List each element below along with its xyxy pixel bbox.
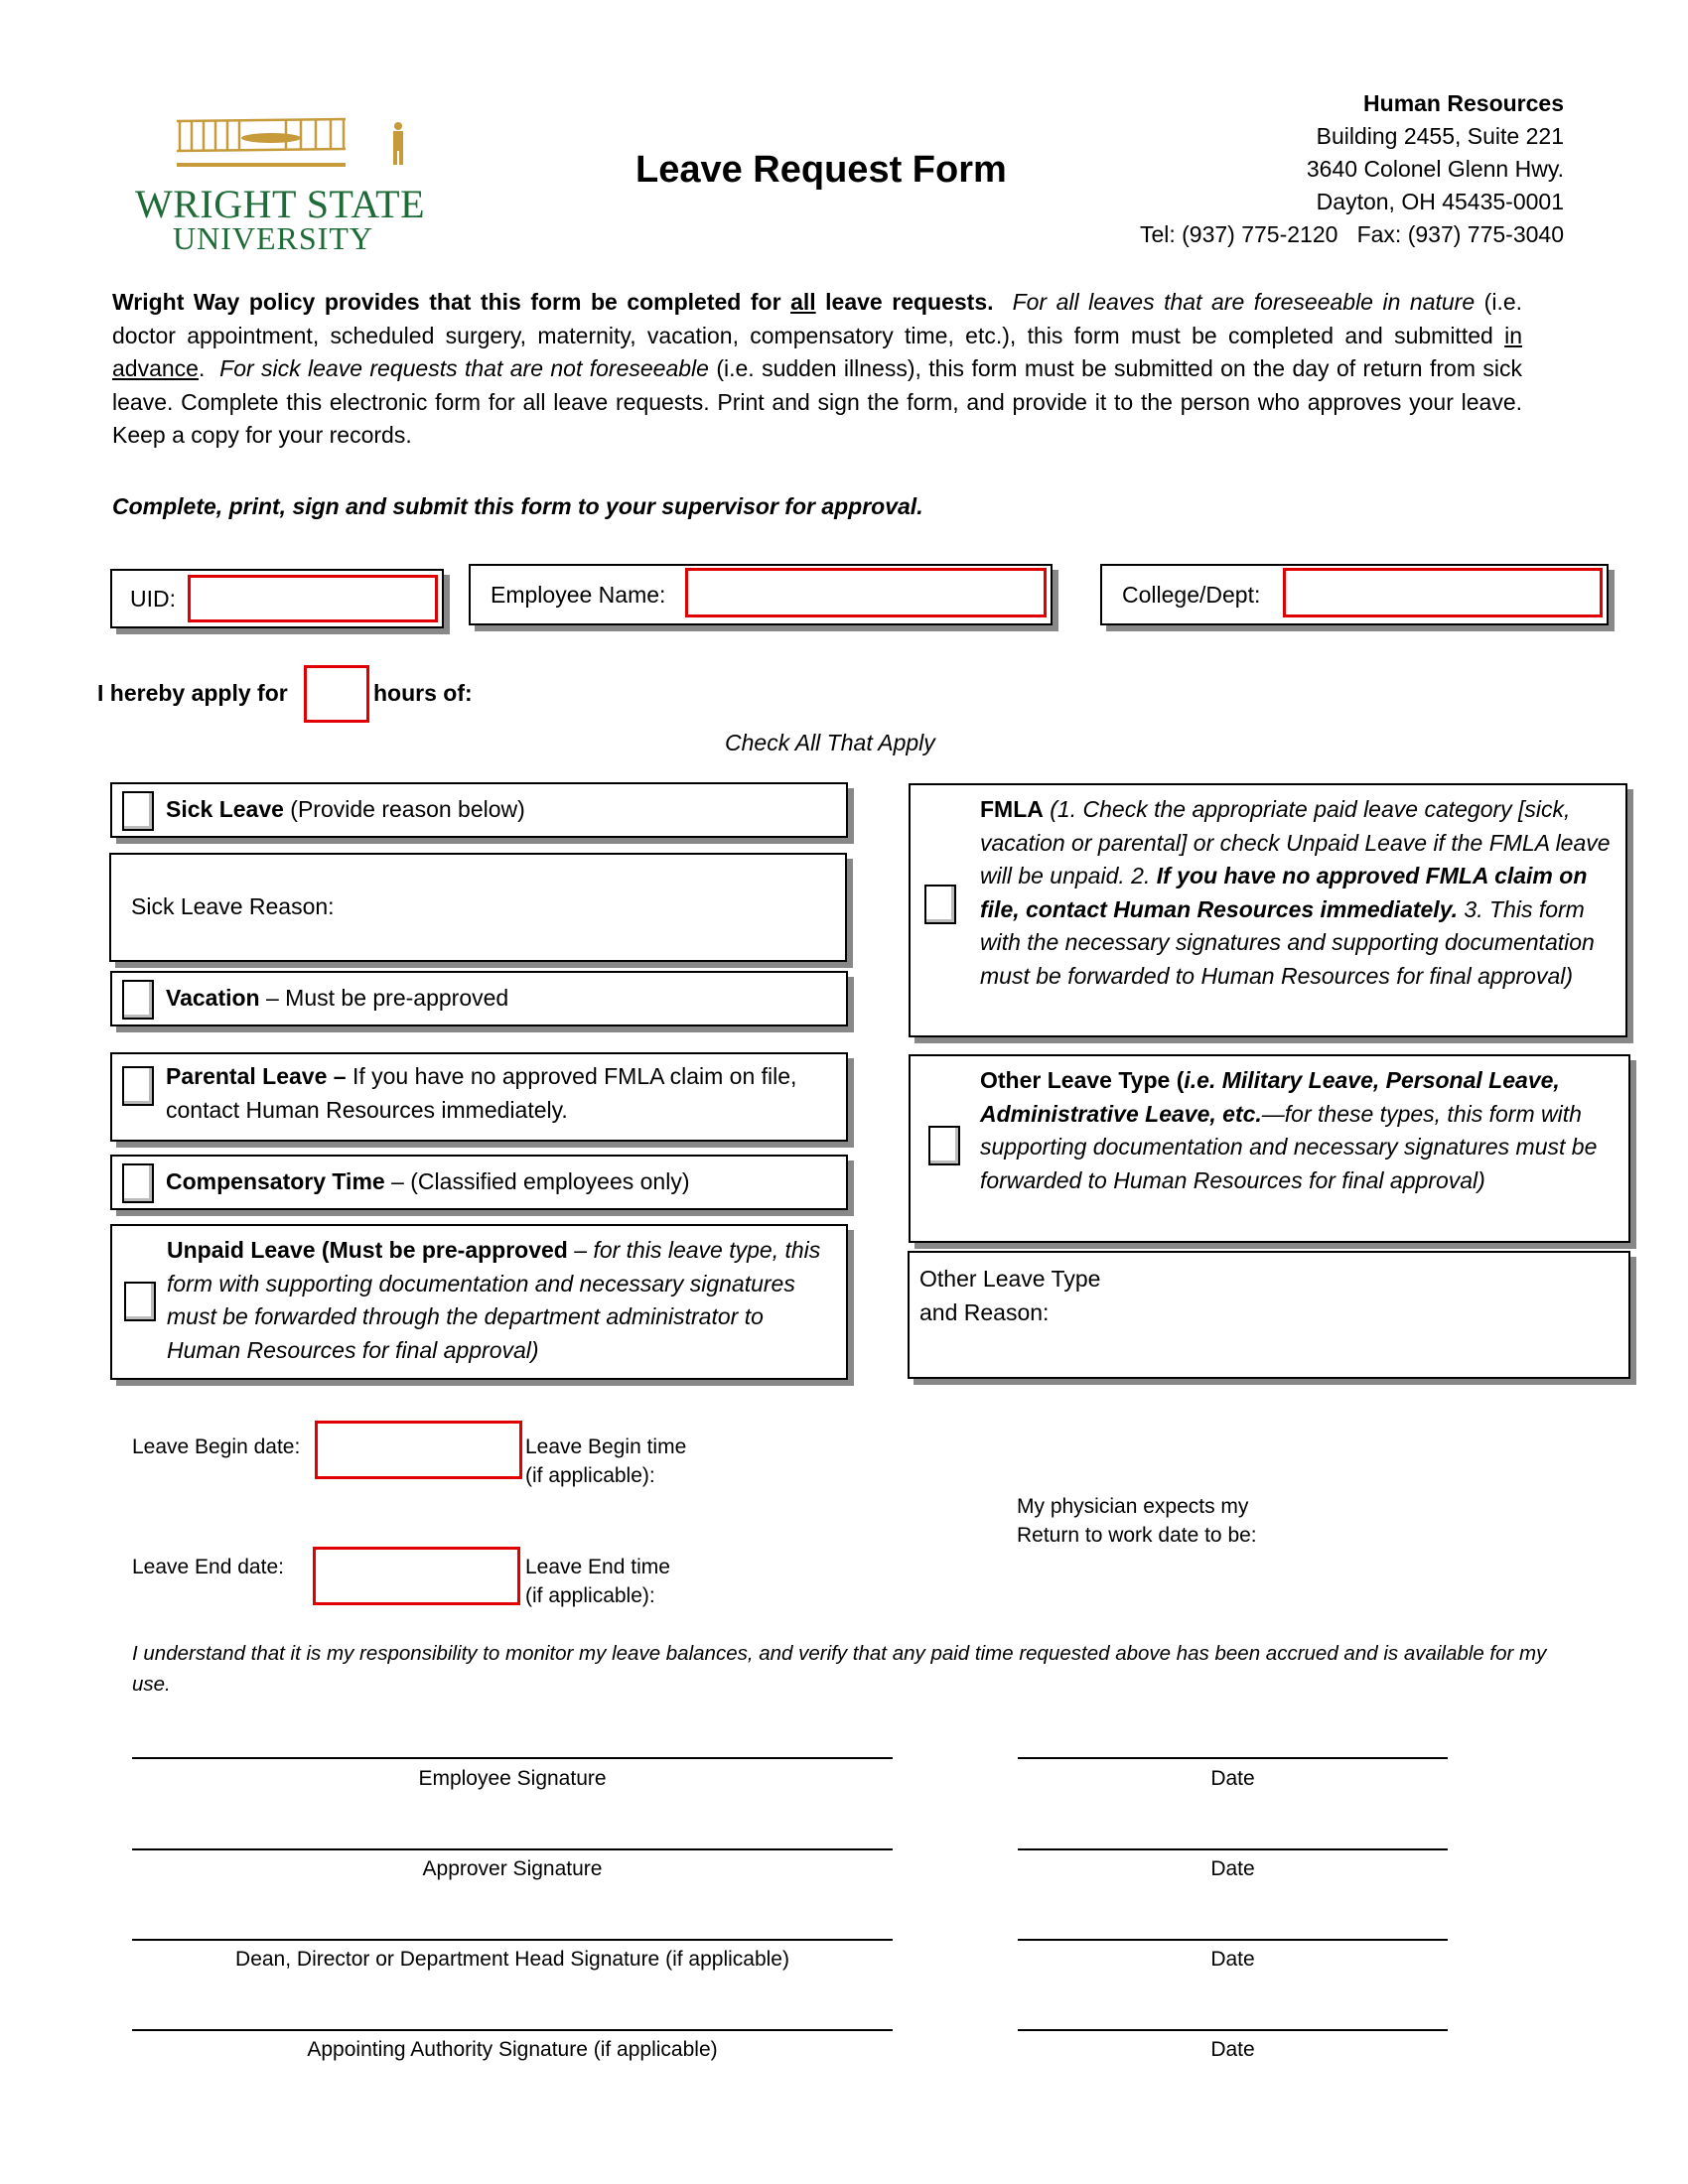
leave-begin-time-label-line2: (if applicable): — [525, 1464, 655, 1487]
return-to-work-label: My physician expects my Return to work d… — [1017, 1492, 1257, 1550]
dean-signature-line[interactable] — [132, 1939, 893, 1941]
hours-suffix-label: hours of: — [373, 680, 473, 706]
fmla-checkbox[interactable] — [924, 885, 956, 924]
return-to-work-label-line2: Return to work date to be: — [1017, 1524, 1257, 1547]
fmla-title: FMLA — [980, 796, 1044, 822]
leave-end-date-input[interactable] — [313, 1547, 520, 1605]
policy-italic-a: For all leaves that are foreseeable in n… — [1012, 289, 1476, 315]
hours-prefix-label: I hereby apply for — [97, 680, 288, 706]
employee-name-field-group: Employee Name: — [469, 564, 1053, 625]
vacation-checkbox[interactable] — [122, 980, 154, 1020]
university-logo: WRIGHT STATE UNIVERSITY — [127, 111, 425, 260]
appointing-authority-date-label: Date — [1210, 2038, 1255, 2061]
vacation-title: Vacation — [166, 985, 260, 1011]
approver-date-line[interactable] — [1018, 1848, 1448, 1850]
leave-begin-date-input[interactable] — [315, 1421, 522, 1479]
employee-name-label: Employee Name: — [491, 581, 666, 608]
hr-address-line1: Building 2455, Suite 221 — [1316, 123, 1564, 149]
other-leave-option: Other Leave Type (i.e. Military Leave, P… — [909, 1054, 1630, 1243]
uid-field-group: UID: — [110, 569, 444, 628]
sick-leave-reason-box[interactable]: Sick Leave Reason: — [109, 853, 847, 962]
uid-input[interactable] — [188, 575, 438, 622]
employee-signature-label: Employee Signature — [418, 1767, 607, 1790]
hr-address-line3: Dayton, OH 45435-0001 — [1316, 189, 1564, 214]
leave-end-time-label-line1: Leave End time — [525, 1556, 670, 1578]
parental-leave-title: Parental Leave – — [166, 1063, 347, 1089]
dean-date-label: Date — [1210, 1948, 1255, 1971]
compensatory-time-checkbox[interactable] — [122, 1163, 154, 1203]
sick-leave-option: Sick Leave (Provide reason below) — [110, 782, 848, 838]
policy-normal-b: . — [198, 355, 206, 381]
college-dept-input[interactable] — [1283, 568, 1603, 617]
employee-signature-line[interactable] — [132, 1757, 893, 1759]
leave-begin-time-label-line1: Leave Begin time — [525, 1435, 687, 1458]
hours-input[interactable] — [304, 665, 369, 723]
page-title: Leave Request Form — [635, 149, 1007, 191]
other-leave-title: Other Leave Type ( — [980, 1067, 1185, 1093]
policy-bold-underlined: all — [790, 289, 816, 315]
sick-leave-title: Sick Leave — [166, 796, 284, 822]
parental-leave-checkbox[interactable] — [122, 1066, 154, 1106]
college-dept-field-group: College/Dept: — [1100, 564, 1609, 625]
other-leave-checkbox[interactable] — [928, 1126, 960, 1165]
sick-leave-reason-label: Sick Leave Reason: — [131, 893, 335, 919]
leave-end-date-label: Leave End date: — [132, 1556, 284, 1578]
fmla-option: FMLA (1. Check the appropriate paid leav… — [909, 783, 1627, 1037]
policy-italic-b: For sick leave requests that are not for… — [219, 355, 709, 381]
wright-flyer-airplane-icon — [177, 117, 403, 167]
submit-instruction: Complete, print, sign and submit this fo… — [112, 493, 923, 519]
dean-signature-label: Dean, Director or Department Head Signat… — [235, 1948, 789, 1971]
acknowledgement-text: I understand that it is my responsibilit… — [132, 1642, 1547, 1696]
hr-contact-block: Human Resources Building 2455, Suite 221… — [1140, 87, 1564, 251]
policy-bold-b: leave requests. — [815, 289, 994, 315]
other-leave-reason-label-line2: and Reason: — [919, 1298, 1050, 1325]
hr-address-line2: 3640 Colonel Glenn Hwy. — [1306, 156, 1564, 182]
uid-label: UID: — [130, 585, 176, 612]
hr-phone-fax: Tel: (937) 775-2120 Fax: (937) 775-3040 — [1139, 221, 1564, 247]
policy-bold-a: Wright Way policy provides that this for… — [112, 289, 791, 315]
other-leave-reason-box[interactable]: Other Leave Type and Reason: — [908, 1251, 1630, 1379]
other-leave-reason-label-line1: Other Leave Type — [919, 1266, 1101, 1292]
appointing-authority-date-line[interactable] — [1018, 2029, 1448, 2031]
unpaid-leave-dash: – — [567, 1237, 594, 1263]
leave-end-time-label: Leave End time (if applicable): — [525, 1553, 670, 1610]
leave-begin-time-label: Leave Begin time (if applicable): — [525, 1433, 686, 1490]
appointing-authority-signature-label: Appointing Authority Signature (if appli… — [307, 2038, 718, 2061]
approver-date-label: Date — [1210, 1857, 1255, 1880]
appointing-authority-signature-line[interactable] — [132, 2029, 893, 2031]
unpaid-leave-option: Unpaid Leave (Must be pre-approved – for… — [110, 1224, 848, 1380]
unpaid-leave-title: Unpaid Leave (Must be pre-approved — [167, 1237, 568, 1263]
sick-leave-checkbox[interactable] — [122, 791, 154, 831]
leave-begin-date-label: Leave Begin date: — [132, 1435, 301, 1458]
check-all-note: Check All That Apply — [725, 730, 935, 755]
vacation-option: Vacation – Must be pre-approved — [110, 971, 848, 1026]
compensatory-time-option: Compensatory Time – (Classified employee… — [110, 1155, 848, 1210]
hr-department-name: Human Resources — [1363, 90, 1564, 116]
dean-date-line[interactable] — [1018, 1939, 1448, 1941]
parental-leave-option: Parental Leave – If you have no approved… — [110, 1052, 848, 1142]
policy-paragraph: Wright Way policy provides that this for… — [112, 286, 1522, 453]
compensatory-time-note: – (Classified employees only) — [384, 1168, 690, 1194]
college-dept-label: College/Dept: — [1122, 581, 1261, 608]
return-to-work-label-line1: My physician expects my — [1017, 1495, 1249, 1518]
employee-name-input[interactable] — [685, 568, 1047, 617]
approver-signature-line[interactable] — [132, 1848, 893, 1850]
employee-date-line[interactable] — [1018, 1757, 1448, 1759]
sick-leave-note: (Provide reason below) — [283, 796, 525, 822]
unpaid-leave-checkbox[interactable] — [124, 1282, 156, 1321]
approver-signature-label: Approver Signature — [422, 1857, 603, 1880]
employee-date-label: Date — [1210, 1767, 1255, 1790]
leave-end-time-label-line2: (if applicable): — [525, 1584, 655, 1607]
logo-text-line2: UNIVERSITY — [173, 220, 373, 256]
vacation-note: – Must be pre-approved — [259, 985, 509, 1011]
compensatory-time-title: Compensatory Time — [166, 1168, 385, 1194]
